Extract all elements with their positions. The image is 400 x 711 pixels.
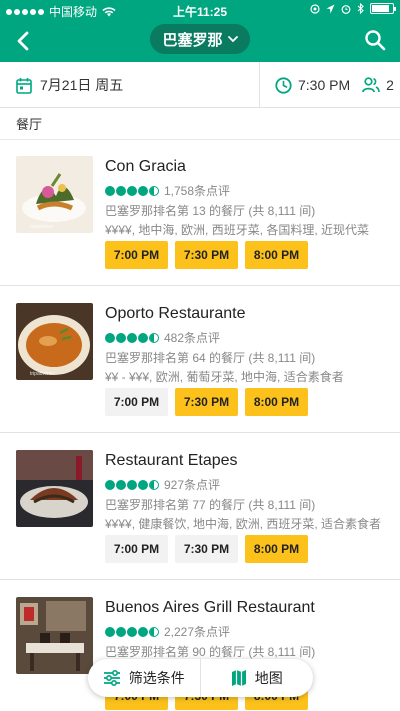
party-size-label: 2 [386, 77, 394, 93]
reservation-filter-row: 7月21日 周五 7:30 PM 2 [0, 62, 400, 108]
time-slot-button[interactable]: 7:30 PM [175, 241, 238, 269]
section-title: 餐厅 [16, 117, 43, 132]
rating-bubble [149, 626, 159, 637]
restaurant-card[interactable]: tripadvisor Oporto Restaurante 482条点评 巴塞… [0, 287, 400, 433]
rating-row: 2,227条点评 [105, 623, 230, 640]
navigation-arrow-icon [326, 4, 335, 13]
restaurant-name: Restaurant Etapes [105, 452, 238, 469]
rating-bubble [105, 479, 115, 490]
time-slot-button[interactable]: 7:30 PM [175, 535, 238, 563]
status-bar: 中国移动 上午11:25 [0, 0, 400, 20]
rating-bubble [127, 626, 137, 637]
review-count: 927条点评 [164, 478, 221, 492]
rating-bubbles [105, 626, 159, 637]
search-icon [365, 30, 386, 51]
time-slot-button[interactable]: 8:00 PM [245, 535, 308, 563]
rating-bubbles [105, 479, 159, 490]
restaurant-name: Buenos Aires Grill Restaurant [105, 599, 315, 616]
restaurant-name: Con Gracia [105, 158, 186, 175]
city-selector[interactable]: 巴塞罗那 [150, 24, 250, 54]
back-button[interactable] [8, 26, 38, 56]
floating-action-bar: 筛选条件 地图 [88, 659, 313, 697]
ranking-text: 巴塞罗那排名第 77 的餐厅 (共 8,111 间) [105, 498, 316, 512]
ranking-text: 巴塞罗那排名第 90 的餐厅 (共 8,111 间) [105, 645, 316, 659]
bluetooth-icon [357, 3, 364, 14]
time-slot-button[interactable]: 7:00 PM [105, 241, 168, 269]
rating-bubble [138, 479, 148, 490]
cuisine-text: ¥¥¥¥, 地中海, 欧洲, 西班牙菜, 各国料理, 近现代菜 [105, 223, 370, 237]
rating-bubble [149, 185, 159, 196]
review-count: 482条点评 [164, 331, 221, 345]
rating-bubble [149, 479, 159, 490]
calendar-icon [16, 77, 32, 94]
system-icons [310, 3, 396, 14]
time-slots: 7:00 PM 7:30 PM 8:00 PM [105, 388, 308, 416]
review-count: 1,758条点评 [164, 184, 231, 198]
watermark-label: tripadvisor [30, 224, 54, 230]
rating-bubble [138, 185, 148, 196]
restaurant-photo [16, 597, 93, 674]
time-slot-button[interactable]: 7:00 PM [105, 535, 168, 563]
rating-bubble [138, 626, 148, 637]
restaurant-photo: tripadvisor [16, 303, 93, 380]
restaurant-card[interactable]: tripadvisor Con Gracia 1,758条点评 巴塞罗那排名第 … [0, 140, 400, 286]
rating-bubble [116, 626, 126, 637]
clock-icon [275, 76, 292, 94]
time-slot-button[interactable]: 7:00 PM [105, 388, 168, 416]
rating-bubble [105, 332, 115, 343]
chevron-left-icon [17, 31, 29, 51]
time-slot-button[interactable]: 7:30 PM [175, 388, 238, 416]
sliders-icon [103, 670, 120, 686]
party-size-icon [362, 77, 380, 93]
search-button[interactable] [360, 25, 390, 55]
city-label: 巴塞罗那 [162, 31, 223, 49]
rating-bubble [116, 479, 126, 490]
rating-bubbles [105, 332, 159, 343]
ranking-text: 巴塞罗那排名第 64 的餐厅 (共 8,111 间) [105, 351, 316, 365]
cuisine-text: ¥¥ - ¥¥¥, 欧洲, 葡萄牙菜, 地中海, 适合素食者 [105, 370, 344, 384]
section-header: 餐厅 [0, 108, 400, 140]
rating-bubbles [105, 185, 159, 196]
map-button[interactable]: 地图 [201, 659, 314, 697]
time-slot-button[interactable]: 8:00 PM [245, 241, 308, 269]
rating-bubble [138, 332, 148, 343]
time-slots: 7:00 PM 7:30 PM 8:00 PM [105, 535, 308, 563]
filter-label: 筛选条件 [128, 670, 185, 686]
ranking-text: 巴塞罗那排名第 13 的餐厅 (共 8,111 间) [105, 204, 316, 218]
cuisine-text: ¥¥¥¥, 健康餐饮, 地中海, 欧洲, 西班牙菜, 适合素食者 [105, 517, 382, 531]
restaurant-name: Oporto Restaurante [105, 305, 246, 322]
restaurant-photo [16, 450, 93, 527]
rating-bubble [105, 185, 115, 196]
watermark-label: tripadvisor [30, 371, 54, 377]
battery-icon [370, 3, 396, 14]
location-icon [310, 3, 320, 14]
chevron-down-icon [227, 35, 238, 42]
restaurant-card[interactable]: Restaurant Etapes 927条点评 巴塞罗那排名第 77 的餐厅 … [0, 434, 400, 580]
battery-level [372, 5, 389, 12]
review-count: 2,227条点评 [164, 625, 231, 639]
rating-row: 482条点评 [105, 329, 220, 346]
rating-bubble [127, 185, 137, 196]
rating-row: 927条点评 [105, 476, 220, 493]
time-slots: 7:00 PM 7:30 PM 8:00 PM [105, 241, 308, 269]
rating-bubble [116, 185, 126, 196]
time-label: 7:30 PM [298, 77, 351, 93]
rating-row: 1,758条点评 [105, 182, 230, 199]
restaurant-photo: tripadvisor [16, 156, 93, 233]
map-icon [231, 670, 246, 686]
date-selector[interactable]: 7月21日 周五 [0, 62, 260, 108]
date-label: 7月21日 周五 [40, 77, 124, 93]
rating-bubble [149, 332, 159, 343]
nav-bar: 巴塞罗那 [0, 20, 400, 62]
rating-bubble [127, 479, 137, 490]
alarm-icon [341, 4, 351, 14]
rating-bubble [127, 332, 137, 343]
time-party-selector[interactable]: 7:30 PM 2 [261, 62, 400, 108]
time-slot-button[interactable]: 8:00 PM [245, 388, 308, 416]
filter-button[interactable]: 筛选条件 [88, 659, 201, 697]
rating-bubble [105, 626, 115, 637]
map-label: 地图 [254, 670, 283, 686]
rating-bubble [116, 332, 126, 343]
